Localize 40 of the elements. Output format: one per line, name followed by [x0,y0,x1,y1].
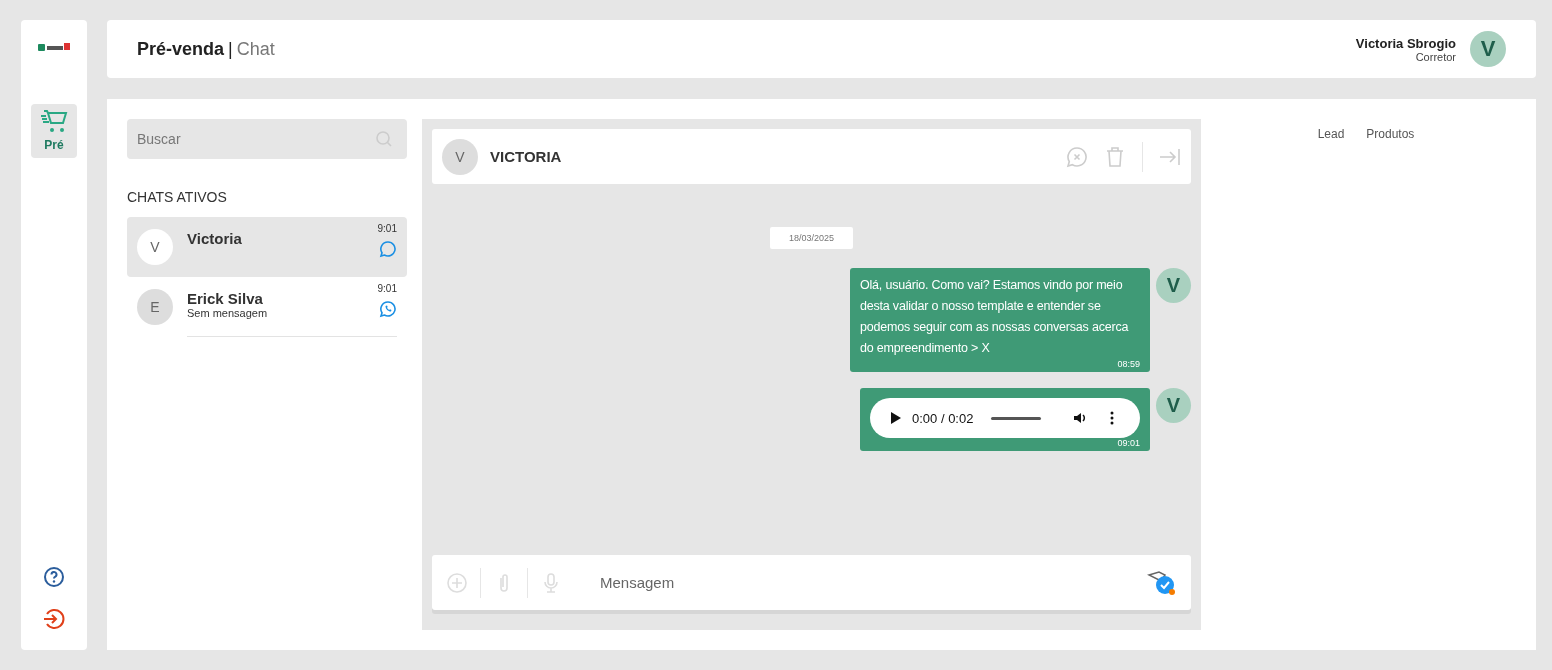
chat-item[interactable]: E Erick Silva Sem mensagem 9:01 [127,277,407,337]
chat-time: 9:01 [377,283,397,294]
user-avatar[interactable]: V [1470,31,1506,67]
details-tab[interactable]: Produtos [1366,127,1415,146]
page-subtitle: Chat [236,38,275,60]
audio-progress-track[interactable] [991,416,1042,420]
message-text: Olá, usuário. Como vai? Estamos vindo por meio desta validar o nosso template e entender se podemos seguir com as nossas conversas acerca do empreendimento > X [860,277,1130,357]
sender-avatar: V [1156,268,1191,303]
logo-icon [38,42,70,52]
user-role: Corretor [1415,50,1456,63]
audio-player[interactable]: 0:00 / 0:02 [870,398,1140,438]
cart-icon [40,110,68,134]
search-field[interactable]: Buscar [127,119,407,159]
message-preview: Sem mensagem [187,307,268,319]
contact-name: Erick Silva [187,290,264,307]
details-tab[interactable]: Lead [1317,127,1345,146]
send-check-icon[interactable] [1147,569,1177,596]
contact-avatar: V [137,229,173,265]
help-icon[interactable] [43,566,65,588]
title-separator: | [228,38,233,60]
page-title: Pré-venda [137,38,225,60]
whatsapp-icon [379,300,397,318]
audio-time: 0:00 / 0:02 [912,410,974,426]
nav-item[interactable]: Pré [31,104,77,158]
message-time: 09:01 [1117,438,1140,448]
contact-name: VICTORIA [490,148,562,165]
section-title: CHATS ATIVOS [127,189,228,205]
volume-icon[interactable] [1073,411,1088,425]
date-label: 18/03/2025 [769,227,853,249]
message-time: 08:59 [1117,359,1140,369]
chat-time: 9:01 [377,223,397,234]
logout-icon[interactable] [43,608,65,630]
contact-avatar: E [137,289,173,325]
sender-avatar: V [1156,388,1191,423]
contact-name: Victoria [187,230,243,247]
chat-item[interactable]: V Victoria 9:01 [127,217,407,277]
chat-bubble-icon [379,240,397,258]
play-icon[interactable] [888,411,902,425]
user-name: Victoria Sbrogio [1355,35,1456,51]
contact-avatar: V [442,138,478,175]
